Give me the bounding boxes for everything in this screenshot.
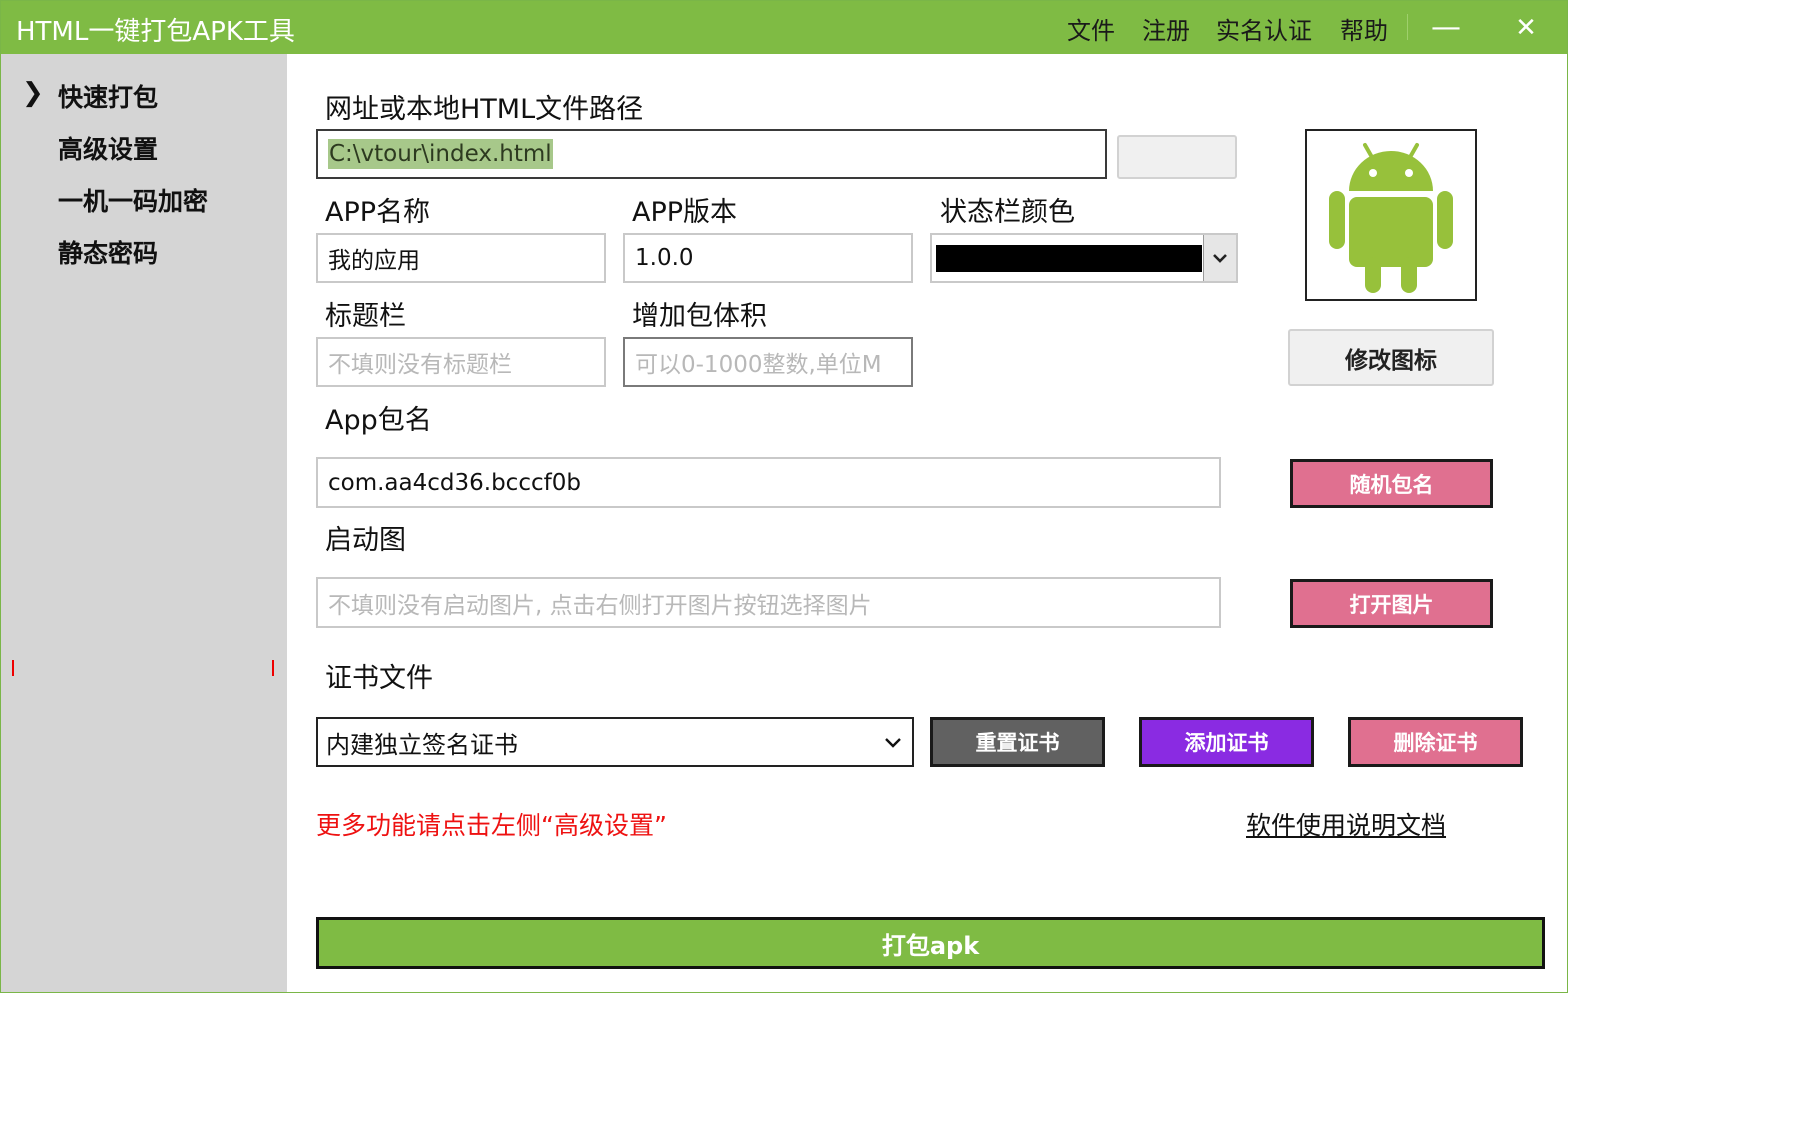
package-value: com.aa4cd36.bcccf0b — [328, 469, 581, 496]
splash-label: 启动图 — [325, 525, 406, 556]
reset-cert-button[interactable]: 重置证书 — [930, 717, 1105, 767]
sidebar-item-static-password[interactable]: 静态密码 — [58, 234, 158, 270]
size-placeholder: 可以0-1000整数,单位M — [635, 352, 882, 378]
cert-label: 证书文件 — [325, 663, 433, 694]
app-icon-preview — [1305, 129, 1477, 301]
menu-verify[interactable]: 实名认证 — [1216, 11, 1312, 46]
size-input[interactable]: 可以0-1000整数,单位M — [623, 337, 913, 387]
chevron-down-icon[interactable] — [1203, 235, 1236, 281]
splash-input[interactable]: 不填则没有启动图片, 点击右侧打开图片按钮选择图片 — [316, 577, 1221, 628]
sidebar-item-advanced[interactable]: 高级设置 — [58, 130, 158, 166]
titlebar-placeholder: 不填则没有标题栏 — [328, 352, 512, 378]
statusbar-color-swatch — [936, 245, 1202, 272]
app-title: HTML一键打包APK工具 — [16, 17, 295, 47]
app-name-label: APP名称 — [325, 197, 431, 228]
active-chevron-icon: ❯ — [22, 78, 44, 108]
app-version-value: 1.0.0 — [635, 245, 694, 271]
statusbar-color-label: 状态栏颜色 — [940, 197, 1075, 228]
package-input[interactable]: com.aa4cd36.bcccf0b — [316, 457, 1221, 508]
add-cert-button[interactable]: 添加证书 — [1139, 717, 1314, 767]
titlebar-input[interactable]: 不填则没有标题栏 — [316, 337, 606, 387]
menu-help[interactable]: 帮助 — [1340, 11, 1388, 46]
app-name-value: 我的应用 — [328, 248, 420, 274]
statusbar-color-select[interactable] — [930, 233, 1238, 283]
package-label: App包名 — [325, 405, 432, 436]
titlebar-label: 标题栏 — [325, 301, 406, 332]
chevron-down-icon — [885, 738, 901, 748]
title-bar: HTML一键打包APK工具 文件 注册 实名认证 帮助 — ✕ — [0, 0, 1568, 54]
path-input[interactable]: C:\vtour\index.html — [316, 129, 1107, 179]
red-marker — [272, 660, 274, 676]
android-robot-icon — [1329, 143, 1453, 293]
menu-separator — [1407, 14, 1408, 40]
user-manual-link[interactable]: 软件使用说明文档 — [1246, 806, 1446, 842]
advanced-settings-hint: 更多功能请点击左侧“高级设置” — [316, 811, 667, 840]
cert-select[interactable]: 内建独立签名证书 — [316, 717, 914, 767]
app-name-input[interactable]: 我的应用 — [316, 233, 606, 283]
app-version-input[interactable]: 1.0.0 — [623, 233, 913, 283]
menu-register[interactable]: 注册 — [1142, 11, 1190, 46]
menu-file[interactable]: 文件 — [1067, 11, 1115, 46]
minimize-icon[interactable]: — — [1426, 8, 1466, 48]
delete-cert-button[interactable]: 删除证书 — [1348, 717, 1523, 767]
path-label: 网址或本地HTML文件路径 — [325, 94, 644, 125]
path-value: C:\vtour\index.html — [328, 139, 553, 169]
app-version-label: APP版本 — [632, 197, 738, 228]
build-apk-button[interactable]: 打包apk — [316, 917, 1545, 969]
red-marker — [12, 660, 14, 676]
change-icon-button[interactable]: 修改图标 — [1288, 329, 1494, 386]
browse-button[interactable] — [1117, 135, 1237, 179]
random-package-button[interactable]: 随机包名 — [1290, 459, 1493, 508]
sidebar-item-device-encrypt[interactable]: 一机一码加密 — [58, 182, 208, 218]
open-image-button[interactable]: 打开图片 — [1290, 579, 1493, 628]
sidebar: ❯ 快速打包 高级设置 一机一码加密 静态密码 — [0, 54, 287, 993]
size-label: 增加包体积 — [632, 301, 767, 332]
cert-selected-value: 内建独立签名证书 — [326, 730, 518, 759]
close-icon[interactable]: ✕ — [1506, 8, 1546, 48]
splash-placeholder: 不填则没有启动图片, 点击右侧打开图片按钮选择图片 — [328, 592, 872, 619]
sidebar-item-quick-pack[interactable]: 快速打包 — [58, 78, 158, 114]
